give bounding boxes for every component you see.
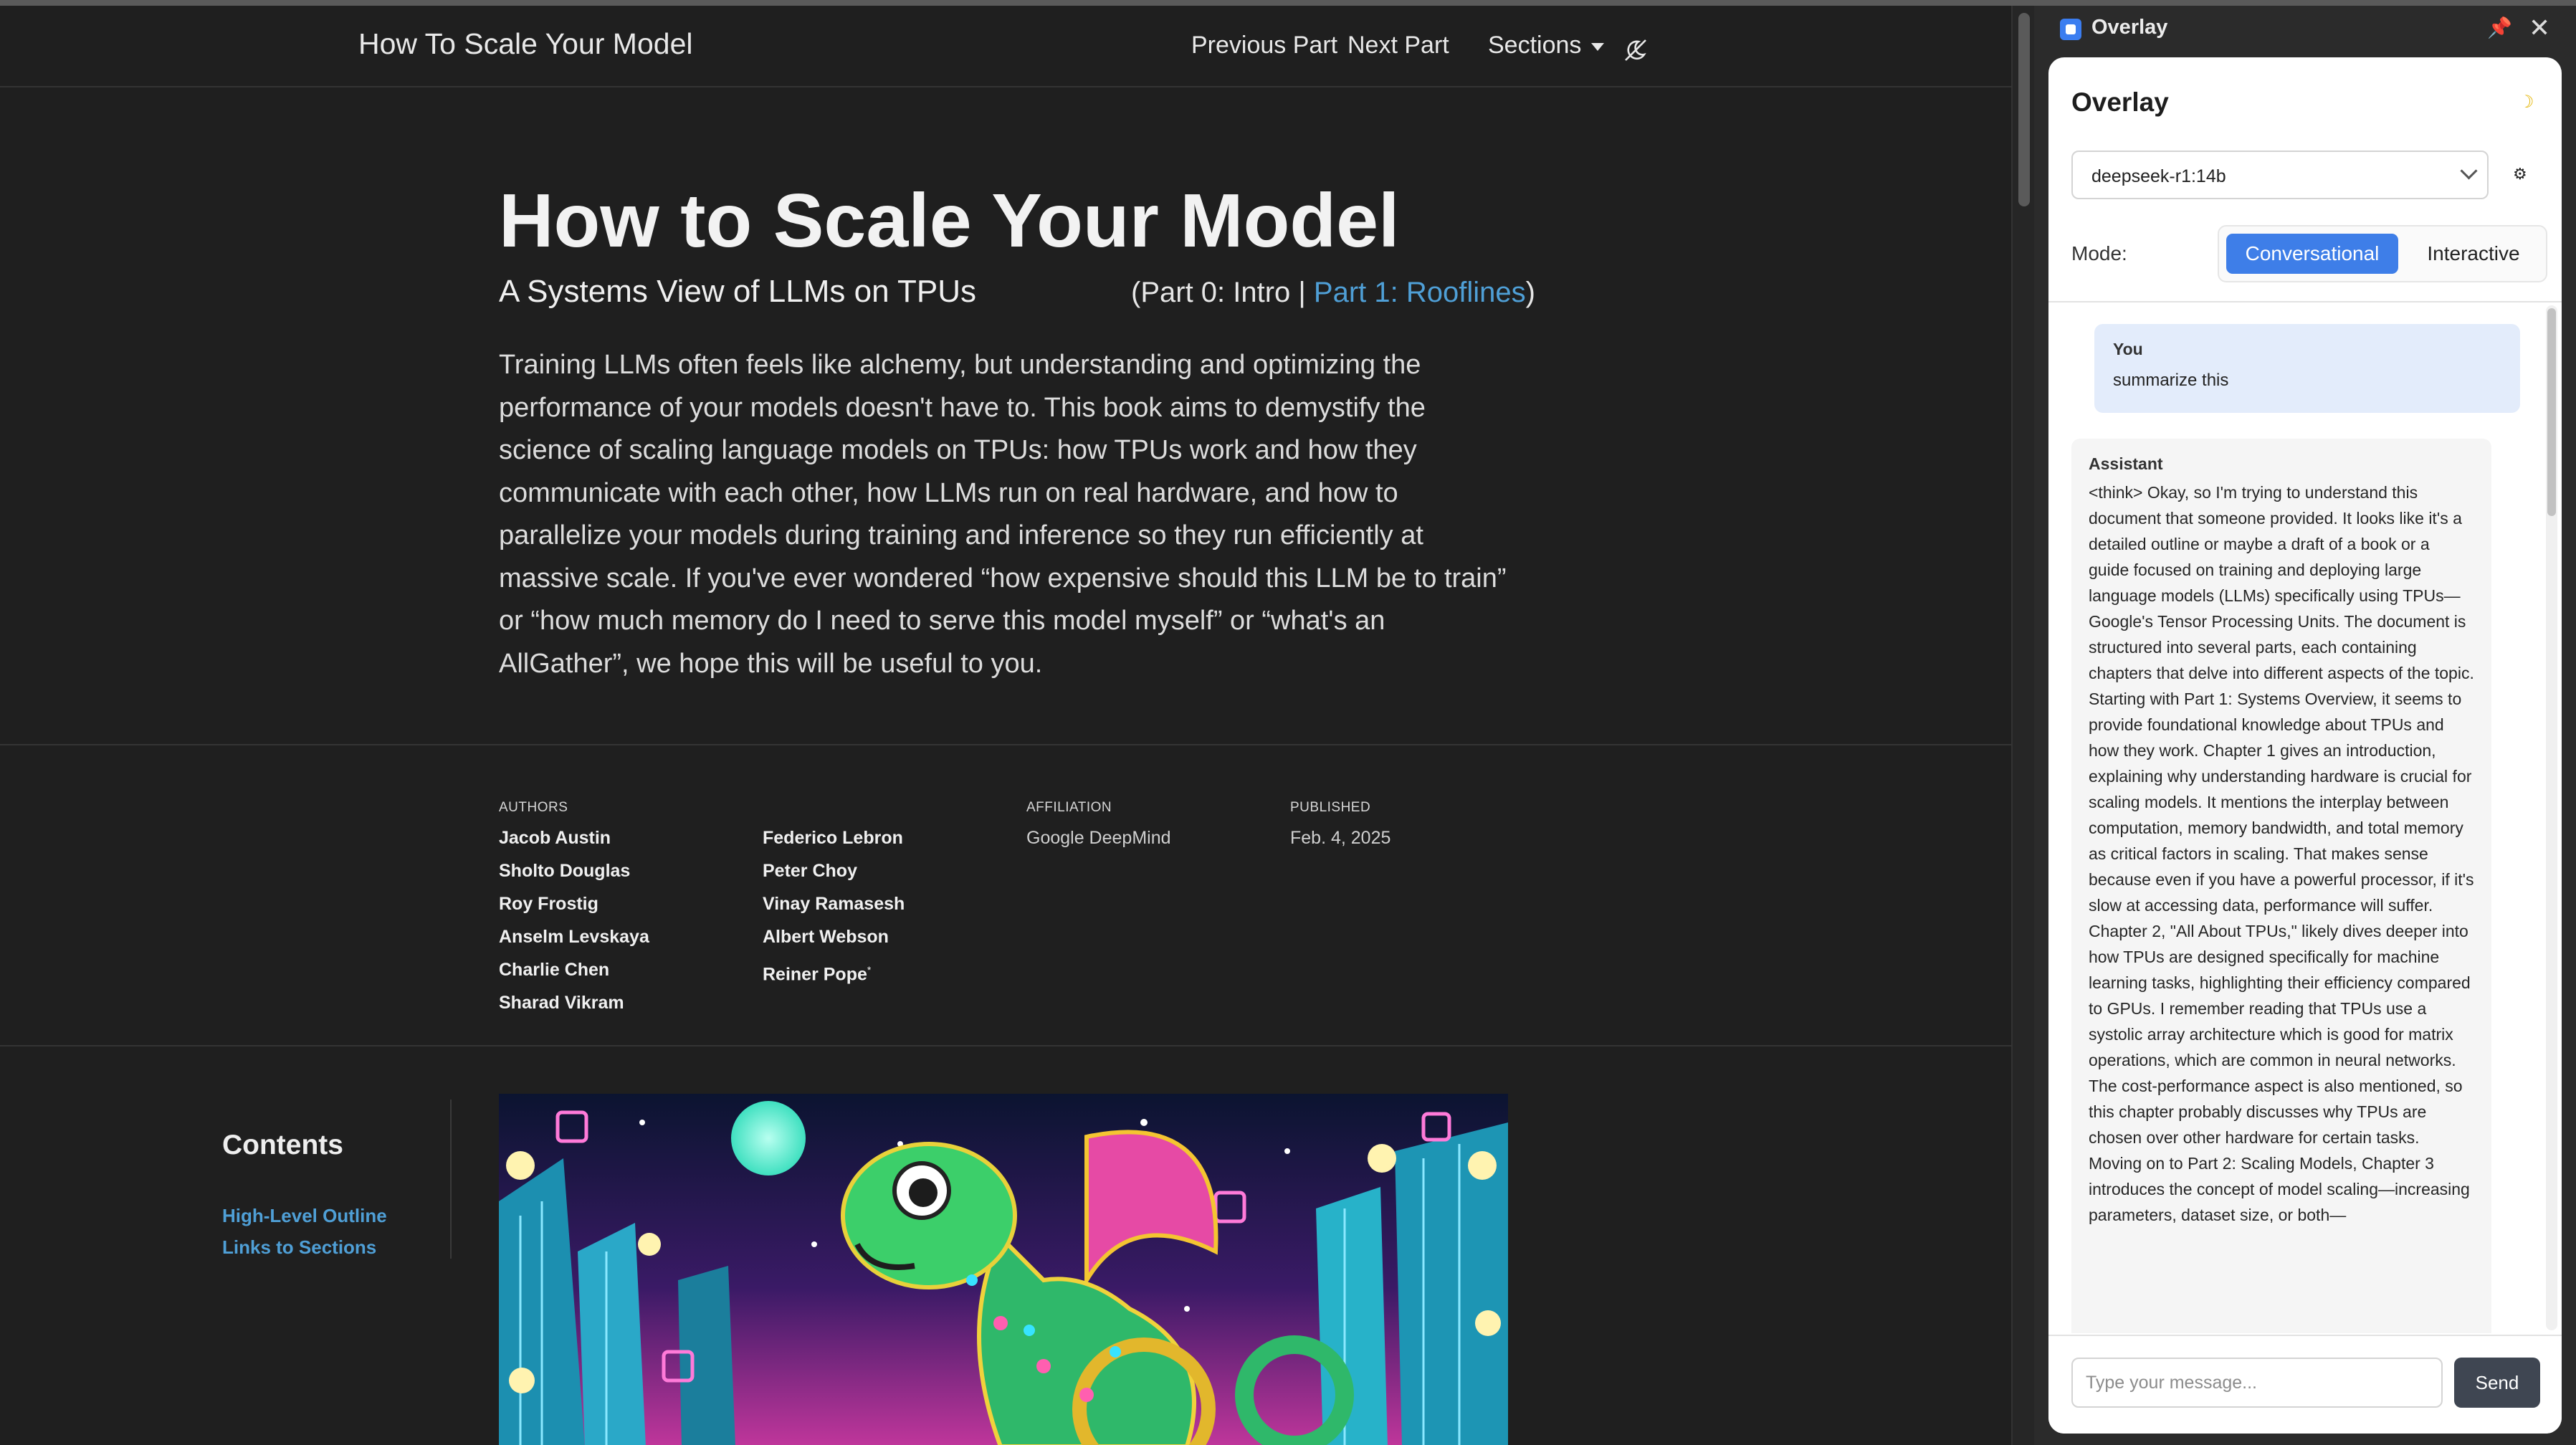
part-suffix: ) — [1525, 277, 1535, 308]
model-select[interactable]: deepseek-r1:14b — [2071, 151, 2489, 199]
chevron-down-icon — [2460, 162, 2478, 180]
chat-scrollbar-thumb[interactable] — [2547, 308, 2556, 516]
assistant-message: Assistant <think> Okay, so I'm trying to… — [2071, 439, 2491, 1333]
overlay-app-icon — [2060, 19, 2081, 40]
pin-icon[interactable]: 📌 — [2487, 16, 2512, 39]
user-message: You summarize this — [2094, 324, 2520, 413]
author-name: Sharad Vikram — [499, 993, 624, 1013]
main-page: How To Scale Your Model Previous Part Ne… — [0, 6, 2011, 1445]
sections-dropdown[interactable]: Sections — [1488, 32, 1605, 59]
message-text: summarize this — [2113, 371, 2229, 390]
authors-column-1: Jacob Austin Sholto Douglas Roy Frostig … — [499, 821, 649, 1019]
model-select-value: deepseek-r1:14b — [2091, 166, 2226, 186]
affiliation-column: Google DeepMind — [1026, 821, 1171, 854]
author-name: Sholto Douglas — [499, 861, 631, 881]
affiliation-value: Google DeepMind — [1026, 828, 1171, 848]
message-paragraph: Starting with Part 1: Systems Overview, … — [2089, 690, 2474, 1147]
circuit-dragon-illustration — [499, 1094, 1508, 1445]
author-name: Roy Frostig — [499, 894, 598, 914]
author-name: Peter Choy — [763, 861, 857, 881]
author-name: Albert Webson — [763, 927, 889, 947]
previous-part-link[interactable]: Previous Part — [1191, 32, 1337, 59]
intro-paragraph: Training LLMs often feels like alchemy, … — [499, 350, 1507, 679]
message-composer: Send — [2048, 1335, 2562, 1434]
toc-divider — [450, 1100, 452, 1259]
overlay-panel-title: Overlay — [2071, 87, 2169, 117]
message-input[interactable] — [2071, 1358, 2443, 1408]
contents-heading: Contents — [222, 1130, 343, 1160]
theme-toggle-icon[interactable] — [1623, 37, 1649, 63]
next-part-link[interactable]: Next Part — [1347, 32, 1449, 59]
author-name: Anselm Levskaya — [499, 927, 649, 947]
send-button[interactable]: Send — [2454, 1358, 2540, 1408]
author-name: Vinay Ramasesh — [763, 894, 905, 914]
toc-link-high-level-outline[interactable]: High-Level Outline — [222, 1200, 387, 1231]
mode-label: Mode: — [2071, 242, 2127, 264]
divider — [0, 744, 2011, 745]
caret-down-icon — [1591, 42, 1605, 51]
part-prefix: (Part 0: Intro | — [1131, 277, 1314, 308]
page-scrollbar-thumb[interactable] — [2018, 13, 2030, 206]
author-reiner: Reiner Pope* — [763, 953, 905, 991]
published-column: Feb. 4, 2025 — [1290, 821, 1390, 854]
divider — [0, 1045, 2011, 1046]
message-role: Assistant — [2089, 454, 2163, 473]
author-name: Charlie Chen — [499, 960, 610, 980]
authors-label: AUTHORS — [499, 800, 568, 815]
site-title[interactable]: How To Scale Your Model — [358, 27, 692, 61]
overlay-titlebar: Overlay 📌 ✕ — [2034, 6, 2576, 56]
published-label: PUBLISHED — [1290, 800, 1371, 815]
mode-conversational-button[interactable]: Conversational — [2226, 234, 2398, 274]
model-refresh-icon[interactable]: ⚙ — [2513, 165, 2527, 183]
overlay-window-title: Overlay — [2091, 16, 2168, 39]
navbar: How To Scale Your Model Previous Part Ne… — [0, 6, 2011, 87]
chat-scrollbar[interactable] — [2546, 305, 2557, 1330]
window-top-edge — [0, 0, 2576, 6]
message-paragraph: Moving on to Part 2: Scaling Models, Cha… — [2089, 1154, 2470, 1224]
close-icon[interactable]: ✕ — [2529, 13, 2550, 43]
sections-label: Sections — [1488, 32, 1582, 59]
table-of-contents: Contents High-Level Outline Links to Sec… — [222, 1130, 387, 1263]
published-value: Feb. 4, 2025 — [1290, 828, 1391, 848]
toc-link-links-to-sections[interactable]: Links to Sections — [222, 1231, 387, 1263]
part-1-rooflines-link[interactable]: Part 1: Rooflines — [1314, 277, 1526, 308]
overlay-window: Overlay 📌 ✕ Overlay ☽ deepseek-r1:14b ⚙ … — [2034, 6, 2576, 1445]
overlay-panel-header: Overlay ☽ deepseek-r1:14b ⚙ Mode: Conver… — [2048, 57, 2562, 302]
page-scrollbar[interactable] — [2011, 6, 2036, 1445]
overlay-panel: Overlay ☽ deepseek-r1:14b ⚙ Mode: Conver… — [2048, 57, 2562, 1434]
moon-icon[interactable]: ☽ — [2519, 92, 2534, 113]
message-role: You — [2113, 340, 2143, 358]
author-name: Reiner Pope — [763, 964, 867, 985]
chat-history[interactable]: You summarize this Assistant <think> Oka… — [2048, 302, 2562, 1333]
mode-toggle: Conversational Interactive — [2218, 225, 2547, 282]
author-name: Federico Lebron — [763, 828, 903, 848]
author-name: Jacob Austin — [499, 828, 611, 848]
message-paragraph: <think> Okay, so I'm trying to understan… — [2089, 483, 2474, 682]
author-footnote-mark: * — [867, 964, 872, 976]
mode-interactive-button[interactable]: Interactive — [2407, 234, 2540, 274]
message-text: <think> Okay, so I'm trying to understan… — [2089, 480, 2474, 1228]
affiliation-label: AFFILIATION — [1026, 800, 1112, 815]
part-navigation: (Part 0: Intro | Part 1: Rooflines) — [1131, 277, 1535, 309]
page-title: How to Scale Your Model — [499, 178, 1400, 263]
page-subtitle: A Systems View of LLMs on TPUs — [499, 274, 976, 309]
authors-column-2: Federico Lebron Peter Choy Vinay Ramases… — [763, 821, 905, 991]
